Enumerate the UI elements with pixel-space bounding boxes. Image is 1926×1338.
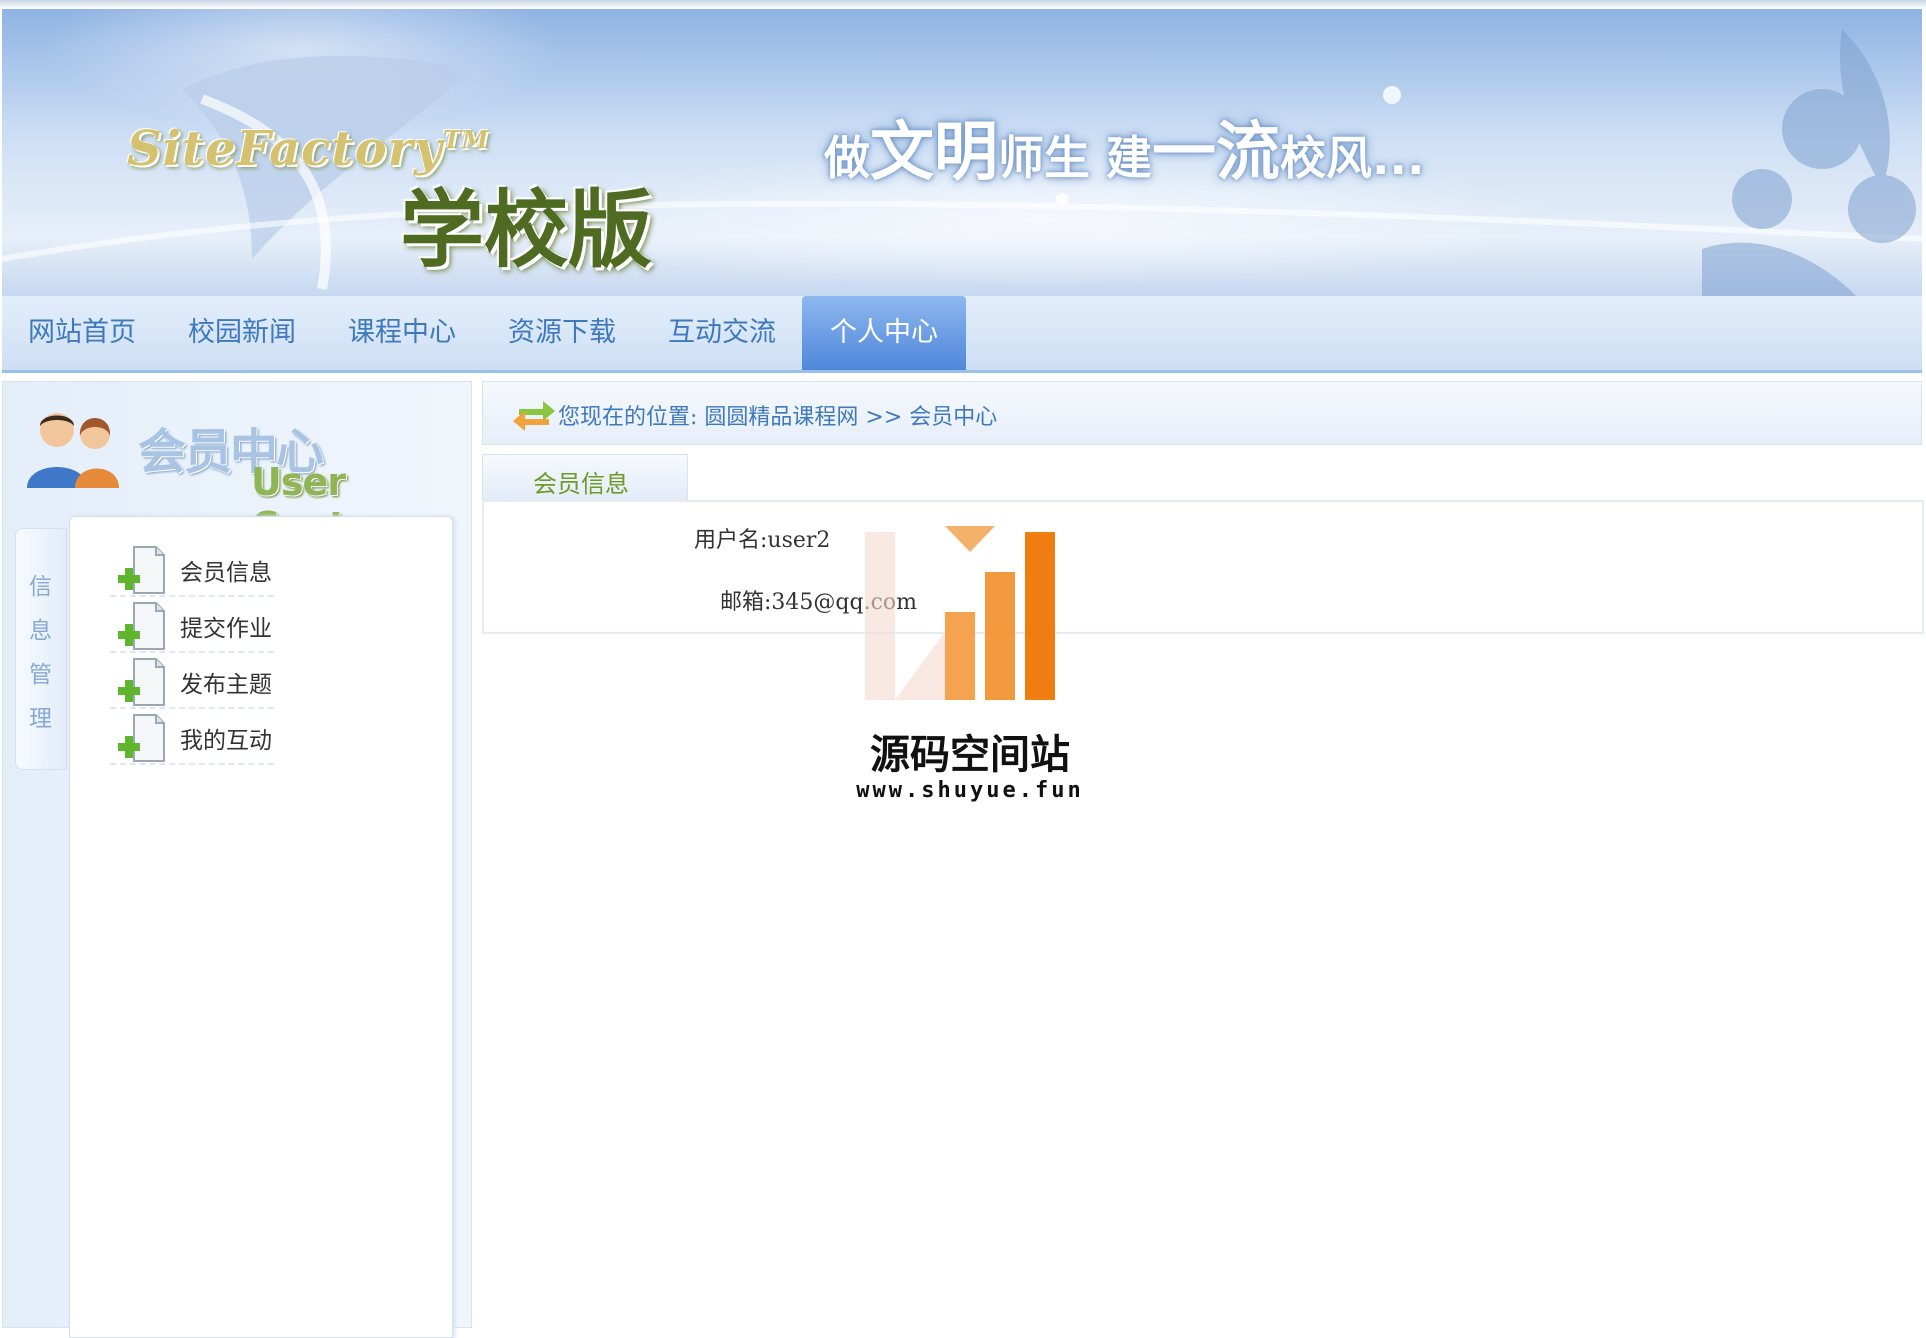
watermark-title: 源码空间站 [870,732,1070,778]
watermark: 源码空间站 www.shuyue.fun [855,522,1085,812]
users-icon [27,413,119,488]
user-center-header: 会员中心 User Center [3,382,471,548]
add-document-icon [118,602,165,650]
sidebar-item-label: 会员信息 [180,560,272,586]
vertical-tab-char: 信 [29,574,52,600]
nav-course-center[interactable]: 课程中心 [322,296,482,370]
sidebar-menu: 会员信息 提交作业 发布主题 我的互动 [69,516,453,1338]
logo-school-edition: 学校版 [400,181,653,279]
vertical-tab-char: 息 [29,618,52,644]
add-document-icon [118,714,165,762]
sidebar-item-post-topic[interactable]: 发布主题 [110,651,274,709]
sidebar-item-label: 发布主题 [180,672,272,698]
site-banner: SiteFactoryTM 学校版 做文明师生 建一流校风... [2,9,1922,302]
slogan-part: 文明 [870,116,998,190]
vertical-tab-info-management[interactable]: 信 息 管 理 [15,528,67,770]
username-text: 用户名:user2 [694,528,831,553]
sidebar: 会员中心 User Center 信 息 管 理 会员信息 提交作业 [2,381,472,1338]
breadcrumb-text: 您现在的位置: 圆圆精品课程网 >> 会员中心 [558,405,998,430]
logo-en-text: SiteFactory [127,121,443,177]
sidebar-item-my-interaction[interactable]: 我的互动 [110,707,274,765]
top-border [0,0,1926,9]
location-arrows-icon [513,401,555,431]
sidebar-item-label: 提交作业 [180,616,272,642]
main-nav: 网站首页 校园新闻 课程中心 资源下载 互动交流 个人中心 [2,296,1922,373]
slogan-part: 师生 [998,131,1090,185]
breadcrumb: 您现在的位置: 圆圆精品课程网 >> 会员中心 [482,381,1922,445]
add-document-icon [118,658,165,706]
nav-home[interactable]: 网站首页 [2,296,162,370]
nav-personal-center[interactable]: 个人中心 [802,296,966,370]
watermark-url: www.shuyue.fun [856,778,1084,803]
nav-downloads[interactable]: 资源下载 [482,296,642,370]
vertical-tab-char: 理 [29,706,52,732]
slogan-part: 做 [824,131,870,185]
nav-campus-news[interactable]: 校园新闻 [162,296,322,370]
tab-label: 会员信息 [533,470,629,498]
tab-member-info[interactable]: 会员信息 [482,454,688,501]
member-info-panel: 用户名:user2 邮箱:345@qq.com [482,500,1924,634]
sidebar-item-label: 我的互动 [180,728,272,754]
sidebar-item-member-info[interactable]: 会员信息 [110,539,274,597]
add-document-icon [118,546,165,594]
banner-slogan: 做文明师生 建一流校风... [824,101,1424,193]
sidebar-item-submit-homework[interactable]: 提交作业 [110,595,274,653]
vertical-tab-char: 管 [29,662,52,688]
slogan-part: 一流 [1152,116,1281,190]
nav-interaction[interactable]: 互动交流 [642,296,802,370]
logo-tm: TM [442,125,490,154]
slogan-part: 建 [1090,131,1153,185]
watermark-logo-icon [865,526,1055,700]
slogan-part: 校风... [1280,131,1425,185]
